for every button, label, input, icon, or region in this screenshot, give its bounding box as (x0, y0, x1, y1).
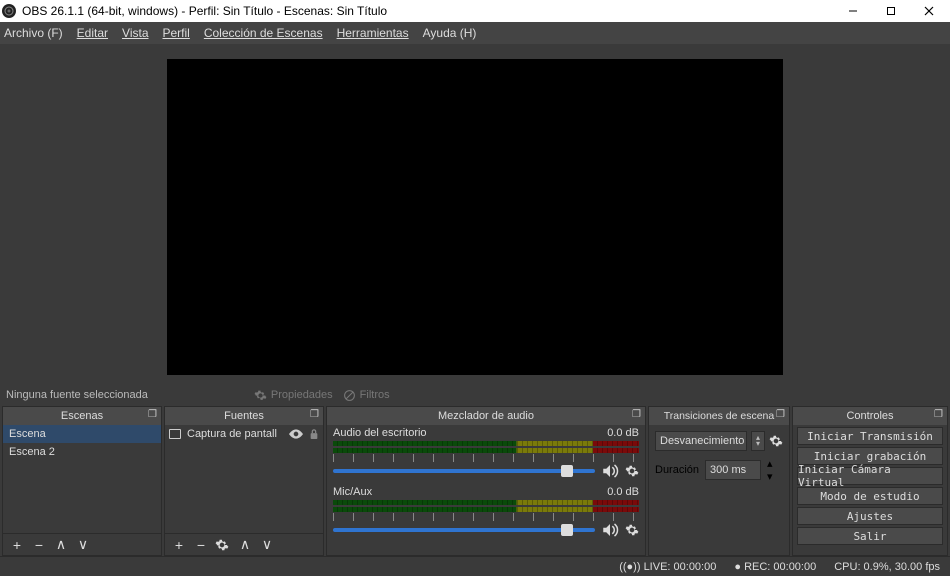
transition-select[interactable]: Desvanecimiento (655, 431, 747, 451)
start-vcam-button[interactable]: Iniciar Cámara Virtual (797, 467, 943, 485)
visibility-toggle[interactable] (289, 429, 303, 439)
vu-meter (333, 500, 639, 505)
record-icon: ● (734, 561, 741, 573)
channel-settings-button[interactable] (625, 464, 639, 478)
window-title: OBS 26.1.1 (64-bit, windows) - Perfil: S… (22, 4, 387, 18)
channel-db: 0.0 dB (607, 486, 639, 498)
scene-item[interactable]: Escena 2 (3, 443, 161, 461)
channel-name: Mic/Aux (333, 486, 372, 498)
scene-up-button[interactable]: ∧ (53, 536, 69, 553)
statusbar: ((●)) LIVE: 00:00:00 ● REC: 00:00:00 CPU… (0, 556, 950, 576)
preview-canvas[interactable] (167, 59, 783, 375)
gear-icon (254, 389, 267, 402)
filter-icon (343, 389, 356, 402)
exit-button[interactable]: Salir (797, 527, 943, 545)
channel-name: Audio del escritorio (333, 427, 427, 439)
mixer-body: Audio del escritorio 0.0 dB (327, 425, 645, 555)
scenes-list[interactable]: Escena Escena 2 (3, 425, 161, 533)
start-stream-button[interactable]: Iniciar Transmisión (797, 427, 943, 445)
meter-ticks (333, 513, 639, 521)
speaker-icon[interactable] (601, 464, 619, 478)
source-up-button[interactable]: ∧ (237, 536, 253, 553)
meter-ticks (333, 454, 639, 462)
settings-button[interactable]: Ajustes (797, 507, 943, 525)
mixer-header[interactable]: Mezclador de audio ❐ (327, 407, 645, 425)
vu-meter (333, 507, 639, 512)
popout-icon[interactable]: ❐ (310, 409, 319, 420)
menu-archivo[interactable]: Archivo (F) (4, 26, 63, 40)
mixer-channel: Mic/Aux 0.0 dB (327, 484, 645, 543)
sources-toolbar: + − ∧ ∨ (165, 533, 323, 555)
duration-spin[interactable]: ▴▾ (767, 457, 773, 483)
transition-settings-button[interactable] (769, 434, 783, 448)
channel-settings-button[interactable] (625, 523, 639, 537)
maximize-button[interactable] (872, 0, 910, 22)
display-capture-icon (169, 429, 181, 439)
controls-header[interactable]: Controles ❐ (793, 407, 947, 425)
minimize-button[interactable] (834, 0, 872, 22)
mixer-dock: Mezclador de audio ❐ Audio del escritori… (326, 406, 646, 556)
live-status: ((●)) LIVE: 00:00:00 (619, 561, 716, 573)
rec-status: ● REC: 00:00:00 (734, 561, 816, 573)
menubar: Archivo (F) Editar Vista Perfil Colecció… (0, 22, 950, 44)
popout-icon[interactable]: ❐ (632, 409, 641, 420)
menu-herramientas[interactable]: Herramientas (337, 26, 409, 40)
studio-mode-button[interactable]: Modo de estudio (797, 487, 943, 505)
source-info-bar: Ninguna fuente seleccionada Propiedades … (0, 384, 950, 406)
volume-slider[interactable] (333, 528, 595, 532)
sources-header[interactable]: Fuentes ❐ (165, 407, 323, 425)
close-button[interactable] (910, 0, 948, 22)
scene-down-button[interactable]: ∨ (75, 536, 91, 553)
sources-list[interactable]: Captura de pantall (165, 425, 323, 533)
popout-icon[interactable]: ❐ (776, 409, 785, 420)
popout-icon[interactable]: ❐ (934, 409, 943, 420)
filters-button[interactable]: Filtros (343, 389, 390, 402)
source-settings-button[interactable] (215, 538, 231, 552)
popout-icon[interactable]: ❐ (148, 409, 157, 420)
speaker-icon[interactable] (601, 523, 619, 537)
cpu-status: CPU: 0.9%, 30.00 fps (834, 561, 940, 573)
scenes-toolbar: + − ∧ ∨ (3, 533, 161, 555)
volume-slider[interactable] (333, 469, 595, 473)
no-source-label: Ninguna fuente seleccionada (6, 389, 148, 401)
channel-db: 0.0 dB (607, 427, 639, 439)
add-scene-button[interactable]: + (9, 537, 25, 553)
transitions-dock: Transiciones de escena ❐ Desvanecimiento… (648, 406, 790, 556)
scenes-header[interactable]: Escenas ❐ (3, 407, 161, 425)
menu-coleccion[interactable]: Colección de Escenas (204, 26, 323, 40)
menu-editar[interactable]: Editar (77, 26, 108, 40)
duration-label: Duración (655, 464, 699, 476)
source-item[interactable]: Captura de pantall (165, 425, 323, 443)
vu-meter (333, 441, 639, 446)
menu-ayuda[interactable]: Ayuda (H) (423, 26, 477, 40)
mixer-channel: Audio del escritorio 0.0 dB (327, 425, 645, 484)
menu-vista[interactable]: Vista (122, 26, 148, 40)
transition-spin[interactable]: ▴▾ (751, 431, 765, 451)
lock-toggle[interactable] (309, 428, 319, 440)
vu-meter (333, 448, 639, 453)
remove-scene-button[interactable]: − (31, 537, 47, 553)
preview-area (0, 44, 950, 384)
sources-dock: Fuentes ❐ Captura de pantall + − (164, 406, 324, 556)
broadcast-icon: ((●)) (619, 561, 640, 573)
scenes-dock: Escenas ❐ Escena Escena 2 + − ∧ ∨ (2, 406, 162, 556)
add-source-button[interactable]: + (171, 537, 187, 553)
transitions-header[interactable]: Transiciones de escena ❐ (649, 407, 789, 425)
controls-dock: Controles ❐ Iniciar Transmisión Iniciar … (792, 406, 948, 556)
properties-button[interactable]: Propiedades (254, 389, 333, 402)
scene-item[interactable]: Escena (3, 425, 161, 443)
obs-logo-icon (2, 4, 16, 18)
duration-input[interactable]: 300 ms (705, 460, 761, 480)
titlebar[interactable]: OBS 26.1.1 (64-bit, windows) - Perfil: S… (0, 0, 950, 22)
source-down-button[interactable]: ∨ (259, 536, 275, 553)
remove-source-button[interactable]: − (193, 537, 209, 553)
menu-perfil[interactable]: Perfil (163, 26, 190, 40)
